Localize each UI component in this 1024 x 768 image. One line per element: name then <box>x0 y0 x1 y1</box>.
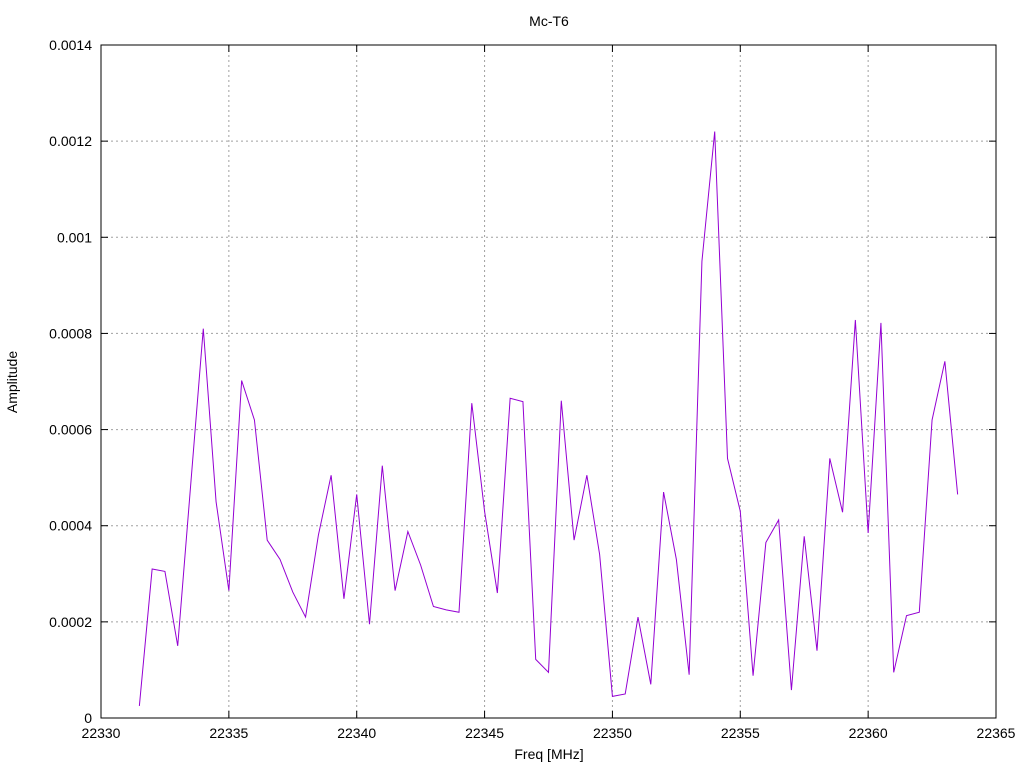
y-tick-label: 0.0002 <box>49 614 92 630</box>
y-tick-label: 0.0006 <box>49 422 92 438</box>
chart-background <box>0 0 1024 768</box>
x-tick-label: 22340 <box>337 725 376 741</box>
x-tick-label: 22330 <box>82 725 121 741</box>
y-tick-label: 0.001 <box>57 229 92 245</box>
x-tick-label: 22355 <box>721 725 760 741</box>
y-tick-label: 0 <box>84 710 92 726</box>
y-axis-label: Amplitude <box>4 351 20 413</box>
x-tick-label: 22365 <box>977 725 1016 741</box>
x-tick-label: 22335 <box>209 725 248 741</box>
x-axis-label: Freq [MHz] <box>514 746 583 762</box>
x-tick-label: 22350 <box>593 725 632 741</box>
y-tick-label: 0.0008 <box>49 325 92 341</box>
chart: 22330 22335 22340 22345 22350 22355 22360 22365… <box>0 0 1024 768</box>
y-tick-label: 0.0004 <box>49 518 92 534</box>
y-tick-label: 0.0014 <box>49 37 92 53</box>
x-tick-label: 22345 <box>465 725 504 741</box>
y-tick-label: 0.0012 <box>49 133 92 149</box>
x-tick-label: 22360 <box>849 725 888 741</box>
chart-title: Mc-T6 <box>529 13 569 29</box>
